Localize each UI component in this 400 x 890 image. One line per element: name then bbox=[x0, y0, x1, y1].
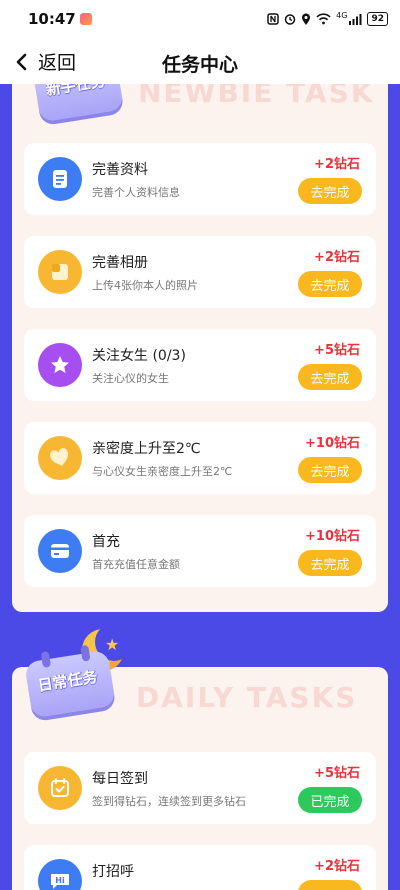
task-card-complete-album: 完善相册 上传4张你本人的照片 +2钻石 去完成 bbox=[24, 236, 376, 308]
chevron-left-icon bbox=[16, 53, 27, 70]
go-complete-button[interactable] bbox=[298, 880, 362, 890]
location-icon bbox=[302, 13, 311, 25]
back-button[interactable]: 返回 bbox=[14, 48, 76, 75]
status-indicators: 4G 92 bbox=[267, 10, 388, 26]
task-desc: 与心仪女生亲密度上升至2℃ bbox=[92, 465, 233, 478]
instagram-notification-icon bbox=[79, 13, 92, 25]
go-complete-button[interactable]: 去完成 bbox=[298, 271, 362, 297]
newbie-watermark: NEWBIE TASK bbox=[138, 84, 375, 109]
task-desc: 签到得钻石，连续签到更多钻石 bbox=[92, 795, 246, 808]
task-title: 完善相册 bbox=[92, 255, 148, 271]
go-complete-button[interactable]: 去完成 bbox=[298, 364, 362, 390]
task-reward: +10钻石 bbox=[305, 529, 360, 544]
task-title: 每日签到 bbox=[92, 771, 148, 787]
task-title: 首充 bbox=[92, 534, 120, 550]
heart-icon bbox=[38, 436, 82, 480]
task-title: 打招呼 bbox=[92, 864, 134, 880]
card-icon bbox=[38, 529, 82, 573]
task-title: 关注女生 (0/3) bbox=[92, 348, 186, 364]
task-reward: +2钻石 bbox=[314, 157, 360, 172]
photo-album-icon bbox=[38, 250, 82, 294]
status-bar: 10:47 4G 92 bbox=[0, 0, 400, 38]
task-desc: 上传4张你本人的照片 bbox=[92, 279, 198, 292]
task-desc: 关注心仪的女生 bbox=[92, 372, 169, 385]
wifi-icon bbox=[316, 13, 331, 25]
task-title: 亲密度上升至2℃ bbox=[92, 441, 201, 457]
task-reward: +5钻石 bbox=[314, 766, 360, 781]
nav-bar: 返回 任务中心 bbox=[0, 38, 400, 84]
task-reward: +2钻石 bbox=[314, 859, 360, 874]
nfc-icon bbox=[267, 13, 279, 25]
calendar-ring bbox=[40, 650, 52, 669]
document-icon bbox=[38, 157, 82, 201]
newbie-badge-label: 新手任务 bbox=[44, 84, 107, 99]
task-card-greet: Hi 打招呼 +2钻石 bbox=[24, 845, 376, 890]
go-complete-button[interactable]: 去完成 bbox=[298, 178, 362, 204]
star-icon bbox=[38, 343, 82, 387]
task-reward: +2钻石 bbox=[314, 250, 360, 265]
svg-text:Hi: Hi bbox=[55, 876, 65, 885]
hi-icon: Hi bbox=[38, 859, 82, 890]
status-time: 10:47 bbox=[28, 10, 92, 28]
task-title: 完善资料 bbox=[92, 162, 148, 178]
star-icon: ★ bbox=[105, 635, 120, 654]
task-desc: 完善个人资料信息 bbox=[92, 186, 180, 199]
completed-button[interactable]: 已完成 bbox=[298, 787, 362, 813]
go-complete-button[interactable]: 去完成 bbox=[298, 550, 362, 576]
go-complete-button[interactable]: 去完成 bbox=[298, 457, 362, 483]
signal-icon bbox=[349, 14, 362, 25]
status-time-text: 10:47 bbox=[28, 10, 76, 28]
task-card-intimacy: 亲密度上升至2℃ 与心仪女生亲密度上升至2℃ +10钻石 去完成 bbox=[24, 422, 376, 494]
battery-icon: 92 bbox=[367, 12, 388, 26]
daily-badge-label: 日常任务 bbox=[36, 667, 99, 695]
network-type: 4G bbox=[336, 10, 348, 20]
task-center-content: NEWBIE TASK 新手任务 完善资料 完善个人资料信息 +2钻石 去完成 … bbox=[0, 84, 400, 890]
daily-watermark: DAILY TASKS bbox=[136, 681, 358, 714]
task-card-complete-profile: 完善资料 完善个人资料信息 +2钻石 去完成 bbox=[24, 143, 376, 215]
battery-level: 92 bbox=[371, 14, 384, 24]
task-card-first-recharge: 首充 首充充值任意金额 +10钻石 去完成 bbox=[24, 515, 376, 587]
alarm-icon bbox=[284, 14, 296, 25]
task-desc: 首充充值任意金额 bbox=[92, 558, 180, 571]
back-label: 返回 bbox=[38, 52, 77, 74]
calendar-check-icon bbox=[38, 766, 82, 810]
task-card-daily-checkin: 每日签到 签到得钻石，连续签到更多钻石 +5钻石 已完成 bbox=[24, 752, 376, 824]
task-reward: +5钻石 bbox=[314, 343, 360, 358]
task-reward: +10钻石 bbox=[305, 436, 360, 451]
task-card-follow-girls: 关注女生 (0/3) 关注心仪的女生 +5钻石 去完成 bbox=[24, 329, 376, 401]
